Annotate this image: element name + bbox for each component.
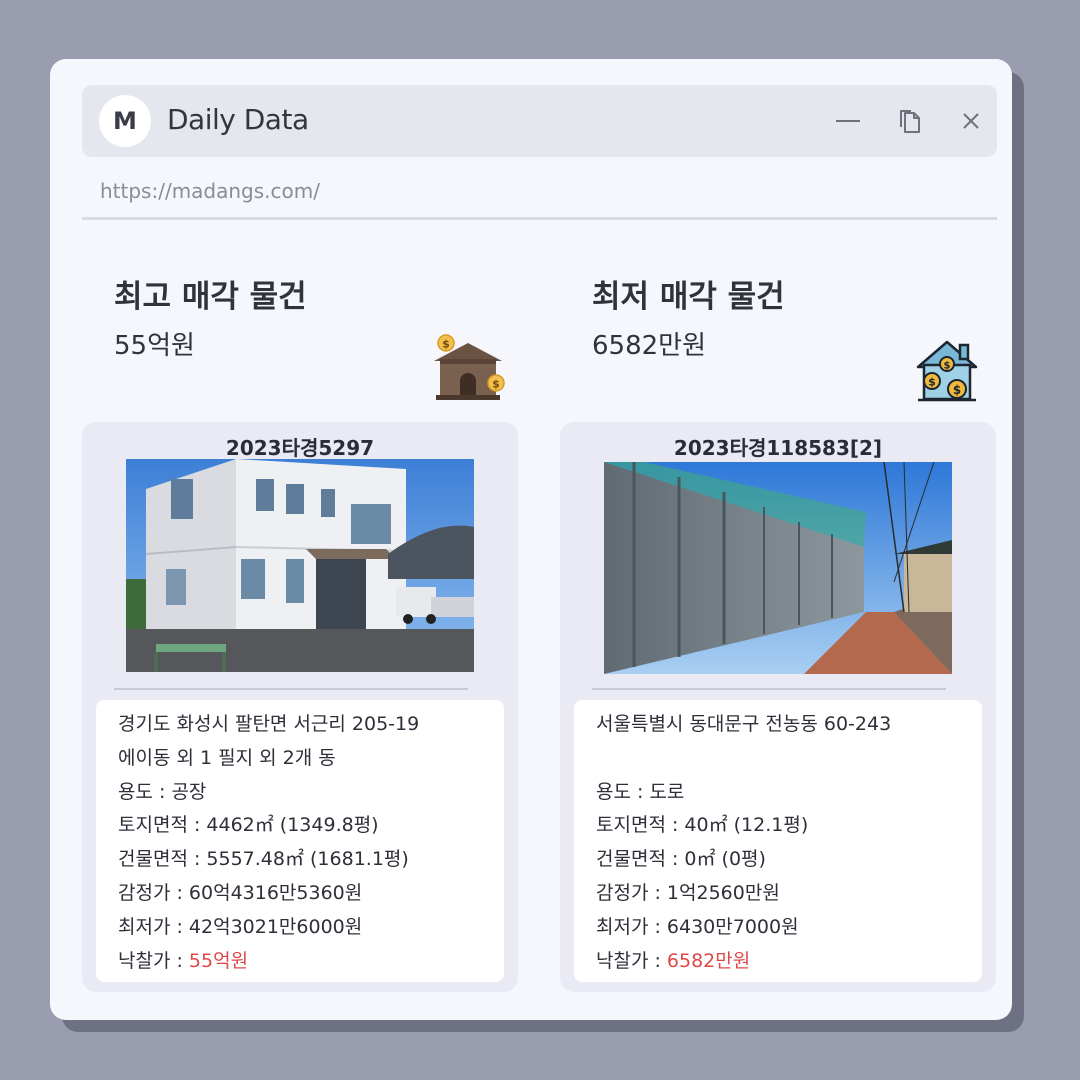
lowest-info-panel: 서울특별시 동대문구 전농동 60-243 용도 : 도로 토지면적 : 40㎡…	[574, 700, 982, 982]
building-area-value: 0㎡ (0평)	[684, 848, 766, 871]
minimum-price-label: 최저가 :	[118, 915, 189, 938]
winning-bid-value: 55억원	[188, 949, 249, 972]
close-icon[interactable]	[955, 105, 987, 137]
highest-winning-row: 낙찰가 : 55억원	[118, 945, 504, 979]
lowest-land-row: 토지면적 : 40㎡ (12.1평)	[596, 809, 982, 843]
highest-appraisal-row: 감정가 : 60억4316만5360원	[118, 877, 504, 911]
minimum-price-label: 최저가 :	[596, 915, 667, 938]
svg-text:$: $	[944, 361, 951, 372]
minimum-price-value: 42억3021만6000원	[188, 915, 363, 938]
highest-property-photo	[126, 459, 474, 672]
lowest-address-line2	[596, 742, 982, 776]
lowest-card-divider	[592, 688, 946, 690]
building-area-label: 건물면적 :	[596, 848, 685, 871]
lowest-card[interactable]: 2023타경118583[2] 서울특별시 동대문구 전농동 60-243 용도…	[560, 422, 996, 992]
land-area-value: 4462㎡ (1349.8평)	[206, 814, 379, 837]
title-bar: M Daily Data	[82, 85, 997, 157]
lowest-address-line1: 서울특별시 동대문구 전농동 60-243	[596, 713, 892, 735]
lowest-case-number[interactable]: 2023타경118583[2]	[560, 432, 996, 461]
highest-card-divider	[114, 688, 468, 690]
winning-bid-value: 6582만원	[666, 949, 751, 972]
land-area-label: 토지면적 :	[596, 814, 685, 837]
highest-building-row: 건물면적 : 5557.48㎡ (1681.1평)	[118, 843, 504, 877]
highest-land-row: 토지면적 : 4462㎡ (1349.8평)	[118, 809, 504, 843]
highest-usage-row: 용도 : 공장	[118, 776, 504, 810]
highest-case-number[interactable]: 2023타경5297	[82, 432, 518, 461]
highest-heading: 최고 매각 물건	[114, 279, 307, 315]
url-divider	[82, 217, 997, 220]
winning-bid-label: 낙찰가 :	[596, 949, 667, 972]
svg-text:$: $	[953, 383, 961, 397]
winning-bid-label: 낙찰가 :	[118, 949, 189, 972]
usage-value: 도로	[649, 780, 685, 803]
lowest-appraisal-row: 감정가 : 1억2560만원	[596, 877, 982, 911]
building-area-label: 건물면적 :	[118, 848, 207, 871]
land-area-value: 40㎡ (12.1평)	[684, 814, 809, 837]
appraisal-value: 1억2560만원	[666, 881, 780, 904]
appraisal-label: 감정가 :	[118, 881, 189, 904]
app-title: Daily Data	[167, 103, 309, 136]
highest-card[interactable]: 2023타경5297 경기도 화성시 팔탄면 서근리 205-19 에이동 외 …	[82, 422, 518, 992]
minimum-price-value: 6430만7000원	[666, 915, 799, 938]
highest-info-panel: 경기도 화성시 팔탄면 서근리 205-19 에이동 외 1 필지 외 2개 동…	[96, 700, 504, 982]
appraisal-value: 60억4316만5360원	[188, 881, 363, 904]
land-area-label: 토지면적 :	[118, 814, 207, 837]
house-money-icon: $ $	[434, 334, 505, 400]
lowest-price: 6582만원	[592, 331, 707, 361]
lowest-usage-row: 용도 : 도로	[596, 776, 982, 810]
lowest-winning-row: 낙찰가 : 6582만원	[596, 945, 982, 979]
lowest-building-row: 건물면적 : 0㎡ (0평)	[596, 843, 982, 877]
minimize-icon[interactable]	[832, 105, 864, 137]
lowest-property-photo	[604, 462, 952, 674]
url-text[interactable]: https://madangs.com/	[100, 179, 320, 203]
lowest-heading: 최저 매각 물건	[592, 279, 785, 315]
svg-text:$: $	[442, 338, 450, 351]
highest-address-line2: 에이동 외 1 필지 외 2개 동	[118, 746, 336, 769]
app-window: M Daily Data https://madangs.com/ 최고 매각 …	[50, 59, 1012, 1020]
svg-text:$: $	[492, 378, 500, 391]
usage-value: 공장	[171, 780, 207, 803]
app-logo: M	[99, 95, 151, 147]
usage-label: 용도 :	[596, 780, 650, 803]
highest-price: 55억원	[114, 331, 195, 361]
house-coins-icon: $ $ $	[916, 340, 978, 402]
highest-address-line1: 경기도 화성시 팔탄면 서근리 205-19	[118, 713, 420, 735]
svg-text:$: $	[928, 376, 936, 389]
appraisal-label: 감정가 :	[596, 881, 667, 904]
building-area-value: 5557.48㎡ (1681.1평)	[206, 848, 409, 871]
highest-minimum-row: 최저가 : 42억3021만6000원	[118, 911, 504, 945]
restore-icon[interactable]	[895, 105, 927, 137]
lowest-minimum-row: 최저가 : 6430만7000원	[596, 911, 982, 945]
usage-label: 용도 :	[118, 780, 172, 803]
